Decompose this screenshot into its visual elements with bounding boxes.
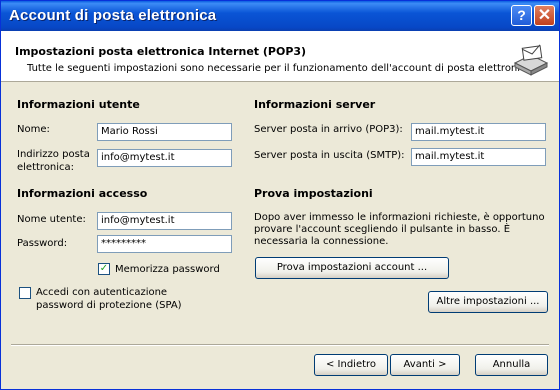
email-label-line1: Indirizzo posta — [17, 149, 90, 160]
outgoing-server-input[interactable]: mail.mytest.it — [411, 148, 546, 166]
username-label: Nome utente: — [17, 214, 86, 225]
cancel-button[interactable]: Annulla — [475, 354, 548, 376]
window-title: Account di posta elettronica — [9, 7, 217, 24]
test-settings-heading: Prova impostazioni — [254, 187, 373, 200]
more-settings-button[interactable]: Altre impostazioni ... — [428, 291, 548, 313]
outgoing-server-label: Server posta in uscita (SMTP): — [254, 150, 405, 161]
footer-separator — [11, 344, 549, 346]
test-desc-line3: necessaria la connessione. — [254, 236, 389, 247]
test-account-button[interactable]: Prova impostazioni account ... — [255, 257, 449, 279]
username-input[interactable]: info@mytest.it — [97, 212, 232, 230]
spa-checkbox[interactable] — [19, 287, 31, 299]
email-input[interactable]: info@mytest.it — [97, 149, 232, 167]
close-icon[interactable]: ✕ — [534, 5, 555, 26]
header-band: Impostazioni posta elettronica Internet … — [1, 31, 559, 82]
password-input[interactable]: ********* — [97, 235, 232, 253]
title-bar[interactable]: Account di posta elettronica ? ✕ — [1, 1, 559, 31]
next-button[interactable]: Avanti > — [390, 354, 460, 376]
help-icon[interactable]: ? — [511, 5, 532, 26]
incoming-server-input[interactable]: mail.mytest.it — [411, 123, 546, 141]
mail-account-icon — [513, 44, 549, 76]
name-input[interactable]: Mario Rossi — [97, 123, 232, 141]
name-label: Nome: — [17, 124, 50, 135]
spa-label-line2: password di protezione (SPA) — [36, 300, 182, 311]
user-info-heading: Informazioni utente — [17, 98, 140, 111]
email-label-line2: elettronica: — [17, 162, 75, 173]
back-button[interactable]: < Indietro — [314, 354, 388, 376]
access-info-heading: Informazioni accesso — [17, 187, 148, 200]
password-label: Password: — [17, 238, 68, 249]
incoming-server-label: Server posta in arrivo (POP3): — [254, 124, 403, 135]
remember-password-checkbox[interactable]: ✓ — [98, 263, 110, 275]
server-info-heading: Informazioni server — [254, 98, 376, 111]
remember-password-label: Memorizza password — [115, 264, 220, 275]
dialog-window: Account di posta elettronica ? ✕ Imposta… — [0, 0, 560, 390]
spa-label-line1: Accedi con autenticazione — [36, 287, 168, 298]
header-subtitle: Tutte le seguenti impostazioni sono nece… — [27, 63, 535, 74]
header-title: Impostazioni posta elettronica Internet … — [15, 45, 307, 58]
